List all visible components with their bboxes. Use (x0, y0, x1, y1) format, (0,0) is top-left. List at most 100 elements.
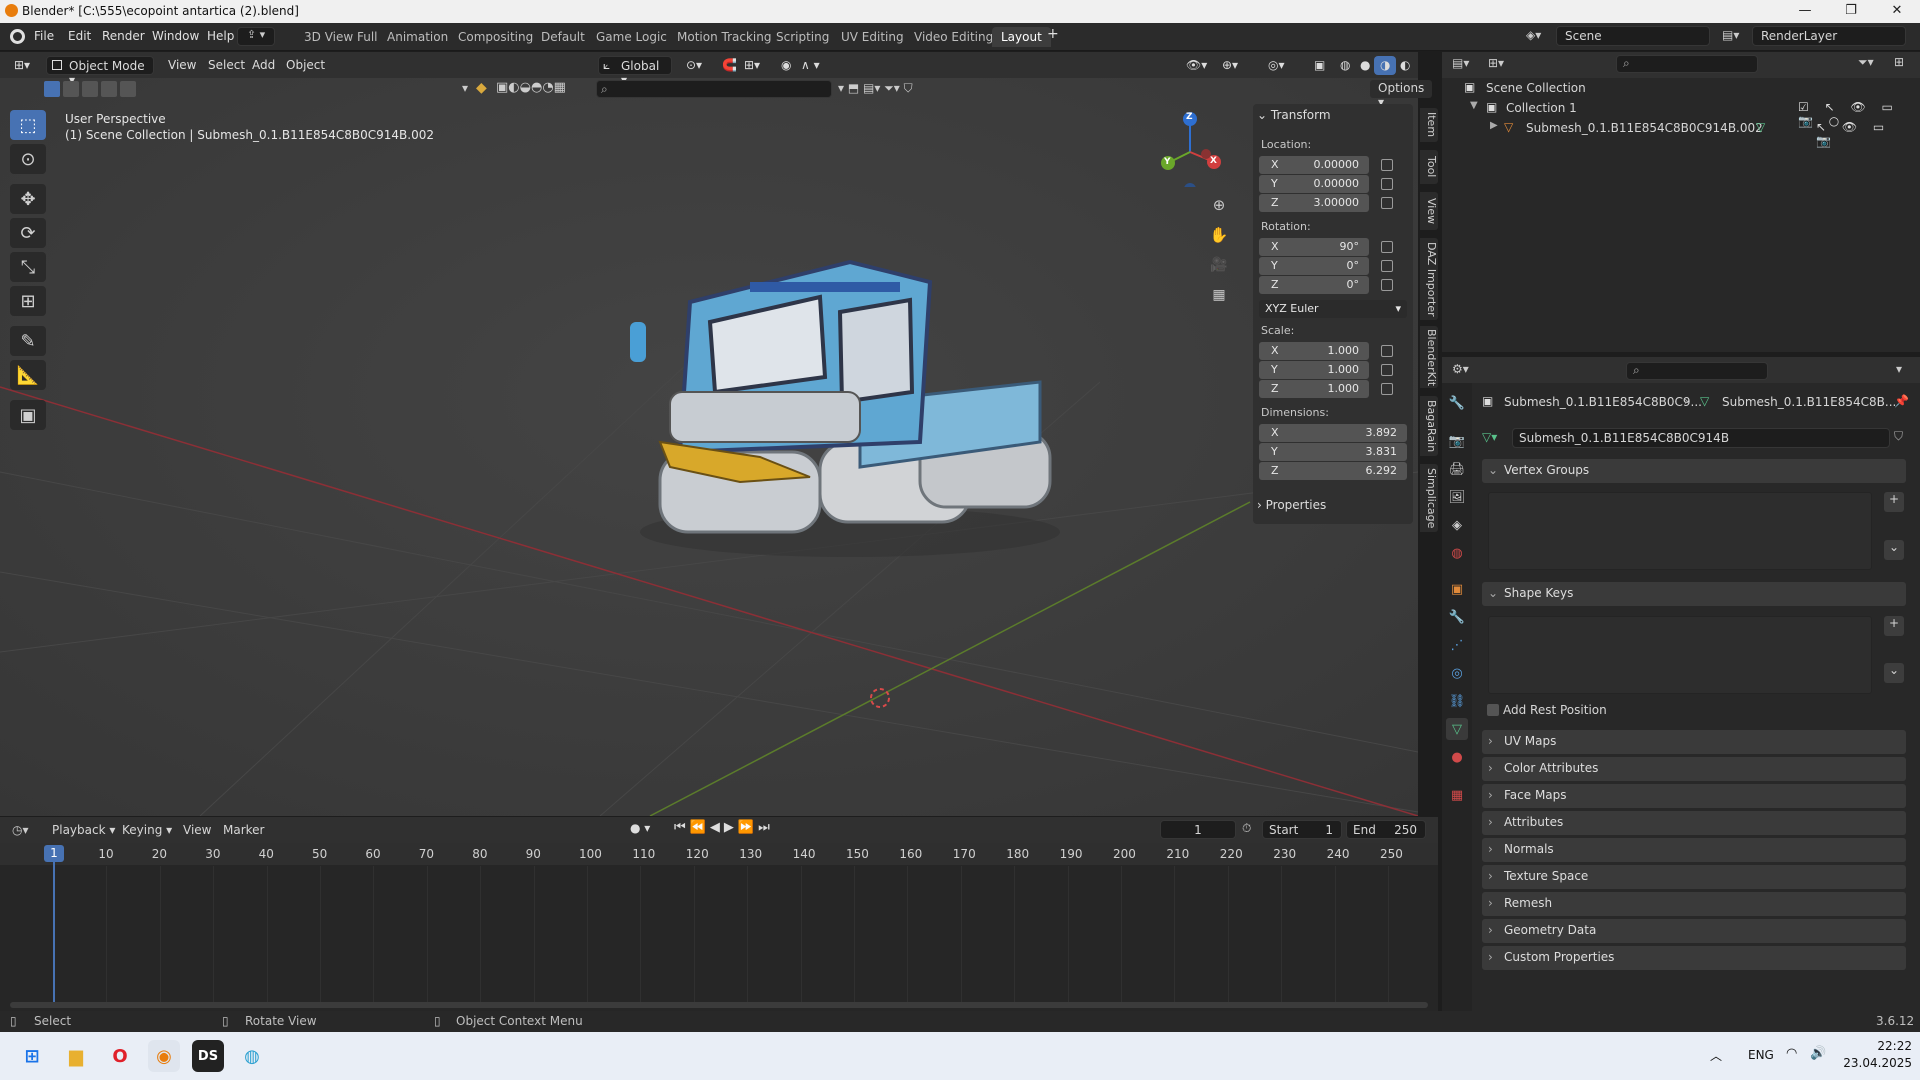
dimensions-y-field[interactable]: Y 3.831 (1259, 443, 1407, 461)
clock-time[interactable]: 22:22 (1868, 1039, 1912, 1053)
tool-properties-icon[interactable]: 🔧 (1446, 392, 1468, 414)
move-tool[interactable]: ✥ (10, 184, 46, 214)
mesh-name-field[interactable]: Submesh_0.1.B11E854C8B0C914B (1512, 428, 1890, 448)
camera-view-icon[interactable]: 🎥 (1210, 257, 1227, 273)
expand-arrow-icon[interactable]: ▶ (1490, 120, 1498, 131)
rotation-x-field[interactable]: X 90° (1259, 238, 1369, 256)
rendered-shading-icon[interactable]: ◐ (1394, 56, 1416, 75)
opera-browser-icon[interactable]: O (104, 1040, 136, 1072)
view-layer-selector[interactable]: RenderLayer (1752, 26, 1906, 46)
maximize-button[interactable]: ❐ (1828, 0, 1874, 23)
timeline-editor-type-icon[interactable]: ◷▾ (12, 823, 29, 837)
tab-motion-tracking[interactable]: Motion Tracking (668, 27, 780, 47)
mesh-data-icon[interactable]: ▽ (1756, 120, 1765, 134)
display-mode-icon[interactable]: ⊞▾ (1488, 56, 1504, 70)
file-explorer-icon[interactable]: ▆ (60, 1040, 92, 1072)
volume-icon[interactable]: 🔊 (1810, 1046, 1826, 1061)
lock-icon[interactable] (1381, 279, 1393, 291)
menu-file[interactable]: File (34, 29, 54, 43)
truck-model[interactable] (620, 242, 1080, 572)
add-vertex-group-button[interactable]: + (1884, 492, 1904, 512)
select-subtract-icon[interactable] (82, 81, 98, 97)
menu-view[interactable]: View (162, 56, 202, 75)
viewport-search-field[interactable]: ⌕ (596, 80, 832, 98)
language-indicator[interactable]: ENG (1748, 1048, 1774, 1062)
timeline-menu-playback[interactable]: Playback ▾ (52, 823, 115, 837)
add-shape-key-button[interactable]: + (1884, 616, 1904, 636)
dimensions-z-field[interactable]: Z 6.292 (1259, 462, 1407, 480)
view-toggles-icon[interactable]: ▣◐◒◓◔▦ (496, 80, 566, 95)
sidebar-tab-tool[interactable]: Tool (1420, 150, 1438, 184)
gizmo-toggle-icon[interactable]: ⊕▾ (1216, 56, 1244, 75)
windows-start-icon[interactable]: ⊞ (16, 1040, 48, 1072)
cursor-tool[interactable]: ⊙ (10, 144, 46, 174)
timeline-menu-view[interactable]: View (183, 823, 211, 837)
sidebar-tab-item[interactable]: Item (1420, 108, 1438, 142)
rotation-z-field[interactable]: Z 0° (1259, 276, 1369, 294)
filter-chevron-icon[interactable]: ▾ (462, 81, 468, 95)
playback-controls[interactable]: ⏮⏪◀▶⏩⏭ (674, 820, 774, 835)
scale-tool[interactable]: ⤡ (10, 252, 46, 282)
lock-icon[interactable] (1381, 159, 1393, 171)
color-attributes-section-header[interactable]: › Color Attributes (1482, 757, 1906, 781)
particles-properties-icon[interactable]: ⋰ (1446, 634, 1468, 656)
physics-properties-icon[interactable]: ◎ (1446, 662, 1468, 684)
tab-default[interactable]: Default (532, 27, 594, 47)
3d-viewport[interactable]: User Perspective (1) Scene Collection | … (0, 52, 1418, 816)
scale-z-field[interactable]: Z 1.000 (1259, 380, 1369, 398)
tab-game-logic[interactable]: Game Logic (587, 27, 676, 47)
outliner-editor-type-icon[interactable]: ▤▾ (1452, 56, 1469, 70)
output-properties-icon[interactable]: 🖨 (1446, 458, 1468, 480)
pivot-point-icon[interactable]: ⊙▾ (680, 56, 708, 75)
editor-type-icon[interactable]: ⊞▾ (8, 56, 36, 75)
texture-space-section-header[interactable]: › Texture Space (1482, 865, 1906, 889)
breadcrumb-mesh[interactable]: Submesh_0.1.B11E854C8B... (1722, 395, 1896, 409)
lock-icon[interactable] (1381, 178, 1393, 190)
lock-icon[interactable] (1381, 241, 1393, 253)
menu-help[interactable]: Help (207, 29, 234, 43)
location-y-field[interactable]: Y 0.00000 (1259, 175, 1369, 193)
tab-video-editing[interactable]: Video Editing (905, 27, 1002, 47)
vertex-group-specials-button[interactable]: ⌄ (1884, 540, 1904, 560)
location-z-field[interactable]: Z 3.00000 (1259, 194, 1369, 212)
tab-3d-view-full[interactable]: 3D View Full (295, 27, 387, 47)
selection-mode-buttons[interactable] (44, 81, 144, 98)
daz-studio-icon[interactable]: DS (192, 1040, 224, 1072)
properties-editor-type-icon[interactable]: ⚙▾ (1452, 362, 1469, 376)
tab-animation[interactable]: Animation (378, 27, 457, 47)
pan-hand-icon[interactable]: ✋ (1210, 226, 1229, 244)
falloff-icon[interactable]: ∧ ▾ (795, 56, 826, 75)
select-invert-icon[interactable] (101, 81, 117, 97)
menu-window[interactable]: Window (152, 29, 199, 43)
tray-chevron-icon[interactable]: ︿ (1710, 1047, 1722, 1064)
properties-options-icon[interactable]: ▾ (1896, 362, 1902, 376)
blender-menu-icon[interactable] (10, 29, 25, 44)
options-dropdown[interactable]: Options ▾ (1370, 80, 1433, 109)
scene-selector[interactable]: Scene (1556, 26, 1710, 46)
vertex-groups-list[interactable] (1488, 492, 1872, 570)
timeline-menu-keying[interactable]: Keying ▾ (122, 823, 172, 837)
menu-select[interactable]: Select (202, 56, 251, 75)
shape-key-specials-button[interactable]: ⌄ (1884, 663, 1904, 683)
minimize-button[interactable]: — (1782, 0, 1828, 23)
world-properties-icon[interactable]: ◍ (1446, 542, 1468, 564)
pin-icon[interactable]: 📌 (1894, 394, 1909, 408)
tab-uv-editing[interactable]: UV Editing (832, 27, 913, 47)
collections-icon[interactable]: ◆ (476, 80, 487, 96)
lock-icon[interactable] (1381, 197, 1393, 209)
texture-properties-icon[interactable]: ▦ (1446, 784, 1468, 806)
close-button[interactable]: ✕ (1874, 0, 1920, 23)
tab-compositing[interactable]: Compositing (449, 27, 542, 47)
scale-y-field[interactable]: Y 1.000 (1259, 361, 1369, 379)
shape-keys-list[interactable] (1488, 616, 1872, 694)
overlay-toggle-icon[interactable]: ◎▾ (1262, 56, 1291, 75)
rotation-y-field[interactable]: Y 0° (1259, 257, 1369, 275)
transform-section-header[interactable]: ⌄ Transform (1257, 108, 1331, 122)
transform-tool[interactable]: ⊞ (10, 286, 46, 316)
render-properties-icon[interactable]: 📷 (1446, 430, 1468, 452)
sidebar-tab-view[interactable]: View (1420, 192, 1438, 230)
vertex-groups-section-header[interactable]: ⌄ Vertex Groups (1482, 459, 1906, 483)
mode-selector[interactable]: Object Mode ▾ (46, 56, 154, 87)
filter-icons[interactable]: ▾ ⬒ ▤▾ ⏷▾ ⛉ (838, 81, 913, 96)
attributes-section-header[interactable]: › Attributes (1482, 811, 1906, 835)
